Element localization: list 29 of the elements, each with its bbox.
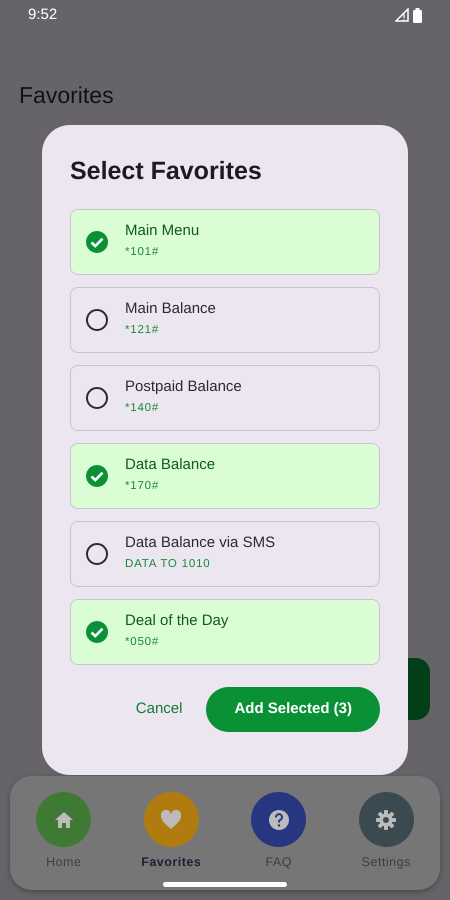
favorite-option[interactable]: Main Balance *121# [70, 286, 380, 352]
option-code: *101# [125, 244, 160, 260]
battery-icon [413, 8, 422, 22]
option-code: *121# [125, 322, 160, 338]
option-name: Data Balance [125, 456, 216, 474]
option-code: *140# [125, 400, 160, 416]
favorite-option[interactable]: Main Menu *101# [70, 208, 380, 274]
status-time: 9:52 [28, 4, 58, 25]
help-icon [266, 808, 291, 832]
settings-icon [374, 808, 398, 832]
option-name: Deal of the Day [125, 612, 228, 630]
option-name: Postpaid Balance [125, 378, 242, 396]
favorite-option[interactable]: Data Balance via SMS DATA TO 1010 [70, 520, 380, 586]
option-name: Main Balance [125, 300, 216, 318]
option-code: *050# [125, 634, 160, 650]
dialog-title: Select Favorites [70, 156, 263, 187]
favorite-option[interactable]: Deal of the Day *050# [70, 598, 380, 664]
nav-tab[interactable]: Favorites [131, 792, 212, 890]
page-title: Favorites [19, 81, 115, 110]
heart-icon [159, 808, 184, 832]
option-code: DATA TO 1010 [125, 556, 212, 572]
cancel-button[interactable]: Cancel [136, 688, 182, 730]
option-code: *170# [125, 478, 160, 494]
favorite-option[interactable]: Data Balance *170# [70, 442, 380, 508]
add-selected-button[interactable]: Add Selected (3) [206, 686, 380, 732]
option-name: Main Menu [125, 222, 200, 240]
signal-icon [395, 8, 409, 22]
favorite-option[interactable]: Postpaid Balance *140# [70, 364, 380, 430]
option-name: Data Balance via SMS [125, 534, 276, 552]
